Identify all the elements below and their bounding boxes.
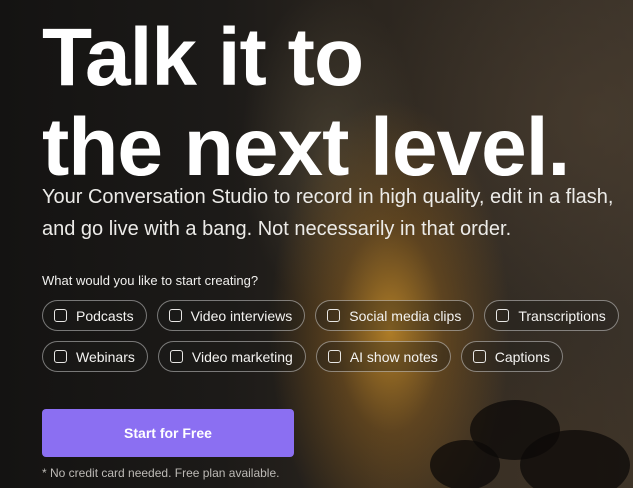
option-label: Video marketing [191,348,293,365]
checkbox-icon[interactable] [54,309,67,322]
option-social-media-clips[interactable]: Social media clips [315,300,475,331]
option-label: Transcriptions [518,307,606,324]
option-transcriptions[interactable]: Transcriptions [484,300,619,331]
option-captions[interactable]: Captions [460,341,564,372]
options-row-2: Webinars Video marketing AI show notes C… [42,341,633,372]
option-ai-show-notes[interactable]: AI show notes [315,341,451,372]
option-label: Video interviews [190,307,293,324]
option-video-interviews[interactable]: Video interviews [156,300,306,331]
creation-options: Podcasts Video interviews Social media c… [42,300,633,382]
hero-headline: Talk it to the next level. [42,12,570,193]
start-for-free-button[interactable]: Start for Free [42,409,294,457]
no-credit-card-note: * No credit card needed. Free plan avail… [42,466,280,480]
option-label: Webinars [76,348,135,365]
checkbox-icon[interactable] [496,309,510,322]
option-podcasts[interactable]: Podcasts [42,300,147,331]
subhead-line-2: and go live with a bang. Not necessarily… [42,218,512,240]
subhead-line-1: Your Conversation Studio to record in hi… [42,186,614,208]
checkbox-icon[interactable] [54,350,67,363]
headline-line-1: Talk it to [42,12,364,103]
option-webinars[interactable]: Webinars [42,341,148,372]
option-label: Social media clips [349,307,462,324]
checkbox-icon[interactable] [327,309,341,322]
headline-line-2: the next level. [42,102,570,193]
option-label: Captions [494,348,551,365]
hero-subheadline: Your Conversation Studio to record in hi… [42,181,633,245]
options-row-1: Podcasts Video interviews Social media c… [42,300,633,331]
checkbox-icon[interactable] [472,350,486,363]
plant-silhouette [520,430,630,488]
plant-silhouette [430,440,500,488]
option-label: AI show notes [349,348,438,365]
checkbox-icon[interactable] [327,350,341,363]
checkbox-icon[interactable] [169,350,183,363]
option-video-marketing[interactable]: Video marketing [157,341,306,372]
checkbox-icon[interactable] [168,309,182,322]
option-label: Podcasts [76,307,134,324]
creation-question: What would you like to start creating? [42,273,259,288]
